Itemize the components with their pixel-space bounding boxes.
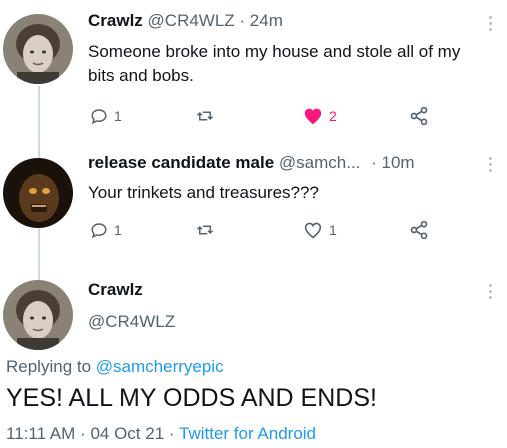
like-button[interactable]: 1 [303,221,337,239]
separator: · [80,424,86,443]
retweet-button[interactable] [195,221,215,239]
reply-button[interactable]: 1 [90,221,122,239]
reply-icon [91,223,107,239]
timestamp[interactable]: · 24m [239,11,282,30]
username[interactable]: @CR4WLZ [148,11,235,30]
tweet-text: Someone broke into my house and stole al… [88,42,461,85]
replying-prefix: Replying to [6,357,96,376]
tweet-header: release candidate male @samch... · 10m [88,153,415,173]
reply-icon [91,109,107,125]
share-button[interactable] [409,220,429,240]
thread-line [38,86,40,162]
separator: · [168,424,175,443]
tweet-text: YES! ALL MY ODDS AND ENDS! [6,384,377,412]
tweet-header: Crawlz @CR4WLZ · 24m [88,11,283,31]
replying-to: Replying to @samcherryepic [6,357,224,377]
reply-count: 1 [114,222,122,238]
tweet-date[interactable]: 04 Oct 21 [90,424,164,443]
like-count: 2 [329,108,337,124]
more-options-icon[interactable] [487,157,493,172]
thread-line [38,228,40,282]
tweet-source[interactable]: Twitter for Android [179,424,316,443]
avatar[interactable] [3,158,73,228]
username[interactable]: @CR4WLZ [88,312,175,332]
more-options-icon[interactable] [487,16,493,31]
more-options-icon[interactable] [487,284,493,299]
retweet-icon [196,225,214,235]
share-icon [410,220,428,240]
timestamp[interactable]: · 10m [371,153,414,172]
tweet-text: Your trinkets and treasures??? [88,183,319,202]
reply-count: 1 [114,108,122,124]
heart-outline-icon [304,222,322,239]
display-name[interactable]: release candidate male [88,153,274,172]
like-button[interactable]: 2 [303,107,337,125]
retweet-icon [196,111,214,121]
reply-button[interactable]: 1 [90,107,122,125]
retweet-button[interactable] [195,107,215,125]
heart-filled-icon [304,108,322,125]
display-name[interactable]: Crawlz [88,11,143,30]
tweet-time[interactable]: 11:11 AM [6,424,75,443]
tweet-meta: 11:11 AM · 04 Oct 21 · Twitter for Andro… [6,424,316,444]
display-name[interactable]: Crawlz [88,280,143,300]
avatar[interactable] [3,14,73,84]
mention-link[interactable]: @samcherryepic [96,357,224,376]
share-button[interactable] [409,106,429,126]
username[interactable]: @samch... [279,153,361,172]
avatar[interactable] [3,280,73,350]
share-icon [410,106,428,126]
like-count: 1 [329,222,337,238]
